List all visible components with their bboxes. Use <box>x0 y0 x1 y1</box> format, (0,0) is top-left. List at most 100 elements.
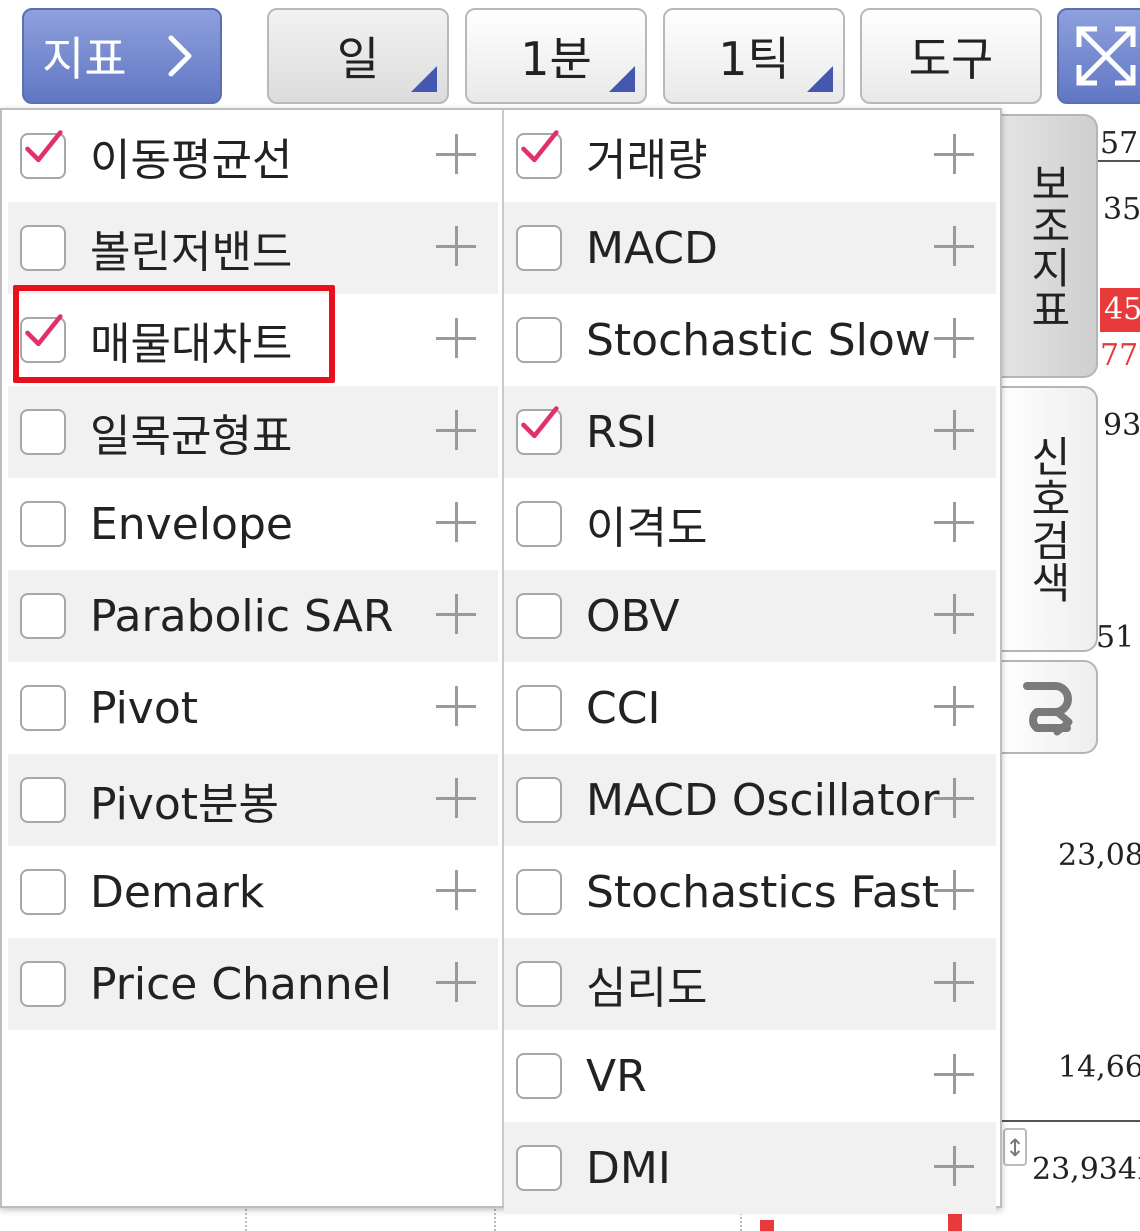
indicator-checkbox[interactable] <box>516 317 562 363</box>
indicator-item[interactable]: 볼린저밴드 <box>8 202 498 294</box>
indicator-item[interactable]: 이격도 <box>504 478 996 570</box>
indicator-checkbox[interactable] <box>20 130 66 179</box>
add-indicator-icon[interactable] <box>934 226 974 266</box>
add-indicator-icon[interactable] <box>934 870 974 910</box>
add-indicator-icon[interactable] <box>934 1054 974 1094</box>
indicator-checkbox[interactable] <box>516 685 562 731</box>
indicator-label: OBV <box>586 590 680 642</box>
indicator-item[interactable]: DMI <box>504 1122 996 1214</box>
indicator-checkbox[interactable] <box>20 685 66 731</box>
indicator-checkbox[interactable] <box>20 961 66 1007</box>
indicator-checkbox[interactable] <box>516 130 562 179</box>
current-price-marker: 45 <box>1100 288 1140 332</box>
indicator-checkbox[interactable] <box>20 409 66 455</box>
indicator-item[interactable]: Price Channel <box>8 938 498 1030</box>
swap-arrow-icon <box>1023 682 1073 736</box>
add-indicator-icon[interactable] <box>934 318 974 358</box>
indicator-item[interactable]: RSI <box>504 386 996 478</box>
tab-auxiliary-indicator[interactable]: 보조지표 <box>1000 114 1098 378</box>
indicator-checkbox[interactable] <box>20 501 66 547</box>
indicator-checkbox[interactable] <box>20 869 66 915</box>
tab-signal-label: 신호검색 <box>1023 435 1073 603</box>
indicator-checkbox[interactable] <box>516 501 562 547</box>
indicator-checkbox[interactable] <box>20 314 66 363</box>
add-indicator-icon[interactable] <box>436 134 476 174</box>
add-indicator-icon[interactable] <box>436 870 476 910</box>
add-indicator-icon[interactable] <box>436 410 476 450</box>
indicator-item[interactable]: 매물대차트 <box>8 294 498 386</box>
indicator-checkbox[interactable] <box>516 777 562 823</box>
fullscreen-button[interactable] <box>1057 8 1140 104</box>
indicator-item[interactable]: VR <box>504 1030 996 1122</box>
indicator-label: 매물대차트 <box>90 319 293 370</box>
add-indicator-icon[interactable] <box>436 502 476 542</box>
indicator-checkbox[interactable] <box>20 225 66 271</box>
swap-button[interactable] <box>1000 660 1098 754</box>
indicator-item[interactable]: OBV <box>504 570 996 662</box>
add-indicator-icon[interactable] <box>934 962 974 1002</box>
add-indicator-icon[interactable] <box>934 502 974 542</box>
indicator-item[interactable]: Pivot <box>8 662 498 754</box>
indicator-checkbox[interactable] <box>20 593 66 639</box>
indicator-label: Stochastics Fast <box>586 866 940 918</box>
add-indicator-icon[interactable] <box>934 410 974 450</box>
indicator-item[interactable]: 거래량 <box>504 110 996 202</box>
indicator-item[interactable]: 일목균형표 <box>8 386 498 478</box>
add-indicator-icon[interactable] <box>436 962 476 1002</box>
add-indicator-icon[interactable] <box>436 226 476 266</box>
indicator-label: CCI <box>586 682 661 734</box>
indicator-label: 볼린저밴드 <box>90 227 293 278</box>
chart-change-rate: 77% <box>1100 338 1140 373</box>
dropdown-corner-icon <box>411 66 437 92</box>
indicator-item[interactable]: MACD Oscillator <box>504 754 996 846</box>
chart-gridline <box>1000 1120 1140 1122</box>
add-indicator-icon[interactable] <box>934 594 974 634</box>
period-minute-button[interactable]: 1분 <box>465 8 647 104</box>
indicator-item[interactable]: CCI <box>504 662 996 754</box>
checkmark-icon <box>521 130 559 163</box>
indicator-checkbox[interactable] <box>516 593 562 639</box>
indicator-item[interactable]: 심리도 <box>504 938 996 1030</box>
indicator-checkbox[interactable] <box>516 406 562 455</box>
indicator-checkbox[interactable] <box>516 961 562 1007</box>
chart-value: 23,08 <box>1058 838 1140 873</box>
period-tick-button[interactable]: 1틱 <box>663 8 845 104</box>
indicator-checkbox[interactable] <box>20 777 66 823</box>
indicator-checkbox[interactable] <box>516 869 562 915</box>
indicator-item[interactable]: Envelope <box>8 478 498 570</box>
period-tick-label: 1틱 <box>718 32 790 86</box>
chart-value: 23,934I <box>1032 1152 1140 1187</box>
chart-value: 51 <box>1096 620 1135 655</box>
tools-button[interactable]: 도구 <box>860 8 1042 104</box>
period-day-label: 일 <box>336 32 380 86</box>
add-indicator-icon[interactable] <box>934 1146 974 1186</box>
indicator-item[interactable]: Parabolic SAR <box>8 570 498 662</box>
indicator-item[interactable]: Stochastics Fast <box>504 846 996 938</box>
indicator-label: VR <box>586 1050 647 1102</box>
indicator-item[interactable]: Pivot분봉 <box>8 754 498 846</box>
add-indicator-icon[interactable] <box>934 134 974 174</box>
indicator-checkbox[interactable] <box>516 225 562 271</box>
add-indicator-icon[interactable] <box>436 778 476 818</box>
indicator-label: MACD <box>586 222 718 274</box>
add-indicator-icon[interactable] <box>436 594 476 634</box>
indicator-label: Envelope <box>90 498 293 550</box>
add-indicator-icon[interactable] <box>934 778 974 818</box>
add-indicator-icon[interactable] <box>436 686 476 726</box>
indicator-checkbox[interactable] <box>516 1053 562 1099</box>
indicator-label: Demark <box>90 866 265 918</box>
chevron-right-icon <box>168 35 192 77</box>
indicator-checkbox[interactable] <box>516 1145 562 1191</box>
indicator-label: Parabolic SAR <box>90 590 394 642</box>
resize-handle-icon[interactable]: ↕ <box>1003 1128 1027 1166</box>
indicator-item[interactable]: 이동평균선 <box>8 110 498 202</box>
indicator-item[interactable]: Stochastic Slow <box>504 294 996 386</box>
tab-signal-search[interactable]: 신호검색 <box>1000 386 1098 652</box>
add-indicator-icon[interactable] <box>934 686 974 726</box>
indicator-item[interactable]: MACD <box>504 202 996 294</box>
add-indicator-icon[interactable] <box>436 318 476 358</box>
indicator-item[interactable]: Demark <box>8 846 498 938</box>
period-day-button[interactable]: 일 <box>267 8 449 104</box>
indicator-button[interactable]: 지표 <box>22 8 222 104</box>
indicator-label: Pivot <box>90 682 199 734</box>
